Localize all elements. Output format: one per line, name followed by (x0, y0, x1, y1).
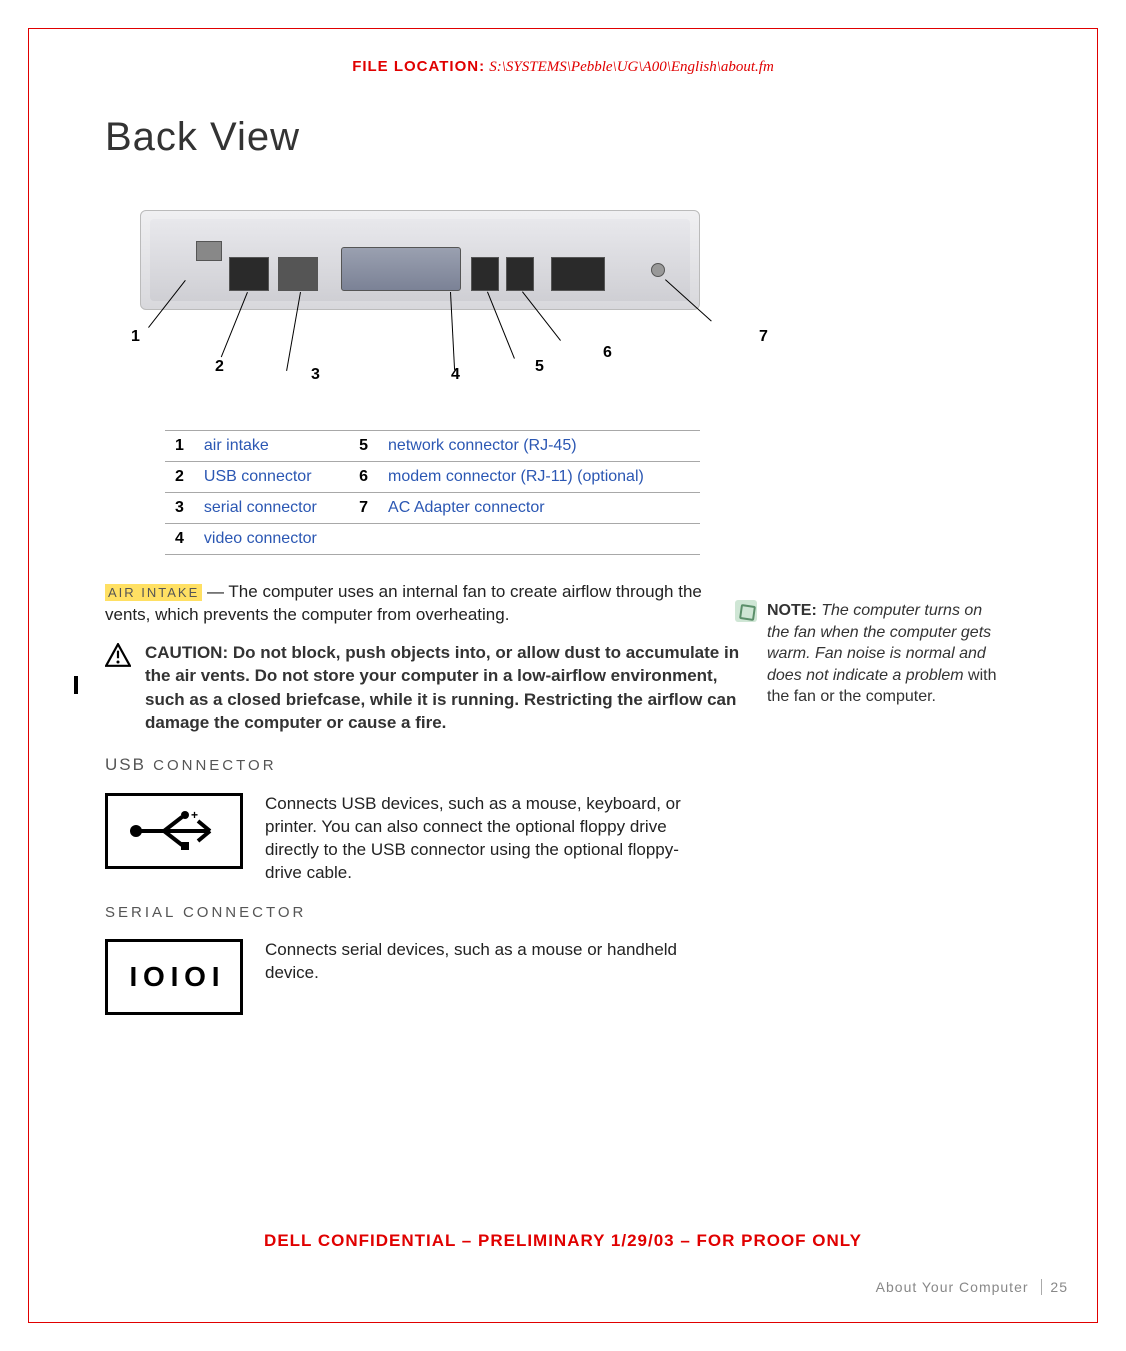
serial-icon: I O I O I (105, 939, 243, 1015)
caution-text: CAUTION: Do not block, push objects into… (145, 641, 745, 735)
table-cell-num: 3 (165, 493, 194, 524)
table-cell-num: 1 (165, 431, 194, 462)
note-lead: NOTE: (767, 602, 821, 619)
usb-heading: USB CONNECTOR (105, 755, 1020, 775)
port-serial-shape (278, 257, 318, 291)
confidential-banner: DELL CONFIDENTIAL – PRELIMINARY 1/29/03 … (0, 1231, 1126, 1251)
air-intake-label: AIR INTAKE (105, 584, 202, 601)
file-location-label: FILE LOCATION: (352, 58, 485, 75)
usb-description: Connects USB devices, such as a mouse, k… (265, 793, 695, 885)
usb-heading-small: CONNECTOR (146, 757, 277, 774)
usb-heading-big: USB (105, 755, 146, 774)
port-usb-shape (229, 257, 269, 291)
table-cell-num: 5 (349, 431, 378, 462)
callout-number-5: 5 (535, 358, 544, 376)
laptop-back-illustration (140, 210, 700, 310)
table-cell-link[interactable]: serial connector (194, 493, 349, 524)
caution-block: CAUTION: Do not block, push objects into… (105, 641, 745, 735)
usb-connector-row: + Connects USB devices, such as a mouse,… (105, 793, 1020, 885)
table-cell-num (349, 524, 378, 555)
table-cell-link (378, 524, 700, 555)
callout-number-7: 7 (759, 328, 768, 346)
callout-number-4: 4 (451, 366, 460, 384)
air-intake-paragraph: AIR INTAKE — The computer uses an intern… (105, 581, 745, 627)
svg-text:+: + (191, 809, 198, 822)
serial-description: Connects serial devices, such as a mouse… (265, 939, 695, 1015)
serial-connector-row: I O I O I Connects serial devices, such … (105, 939, 1020, 1015)
callout-number-2: 2 (215, 358, 224, 376)
port-ac-shape (551, 257, 605, 291)
footer-page-number: 25 (1050, 1279, 1068, 1295)
port-rj11-shape (506, 257, 534, 291)
callout-table: 1 air intake 5 network connector (RJ-45)… (165, 430, 700, 555)
footer-section: About Your Computer (876, 1279, 1029, 1295)
footer-separator (1041, 1279, 1042, 1295)
revision-bar (74, 676, 78, 694)
back-view-diagram: 1 2 3 4 5 6 7 (125, 210, 765, 410)
table-cell-num: 6 (349, 462, 378, 493)
table-cell-num: 2 (165, 462, 194, 493)
table-cell-link[interactable]: video connector (194, 524, 349, 555)
note-icon (735, 600, 757, 622)
port-video-shape (341, 247, 461, 291)
table-cell-link[interactable]: air intake (194, 431, 349, 462)
caution-triangle-icon (105, 643, 131, 667)
air-intake-dash: — (202, 582, 228, 601)
table-cell-link[interactable]: USB connector (194, 462, 349, 493)
file-location: FILE LOCATION: S:\SYSTEMS\Pebble\UG\A00\… (0, 58, 1126, 76)
table-cell-link[interactable]: AC Adapter connector (378, 493, 700, 524)
file-location-path: S:\SYSTEMS\Pebble\UG\A00\English\about.f… (489, 59, 774, 75)
port-indicator-shape (651, 263, 665, 277)
serial-heading: SERIAL CONNECTOR (105, 904, 1020, 921)
callout-number-3: 3 (311, 366, 320, 384)
page-title: Back View (105, 115, 1020, 160)
margin-note: NOTE: The computer turns on the fan when… (735, 600, 1005, 708)
table-cell-link[interactable]: modem connector (RJ-11) (optional) (378, 462, 700, 493)
table-cell-num: 4 (165, 524, 194, 555)
table-cell-link[interactable]: network connector (RJ-45) (378, 431, 700, 462)
usb-icon: + (105, 793, 243, 869)
table-cell-num: 7 (349, 493, 378, 524)
port-air-intake-shape (196, 241, 222, 261)
callout-number-6: 6 (603, 344, 612, 362)
page-footer: About Your Computer 25 (876, 1279, 1068, 1295)
port-rj45-shape (471, 257, 499, 291)
note-text: NOTE: The computer turns on the fan when… (767, 600, 1005, 708)
callout-number-1: 1 (131, 328, 140, 346)
